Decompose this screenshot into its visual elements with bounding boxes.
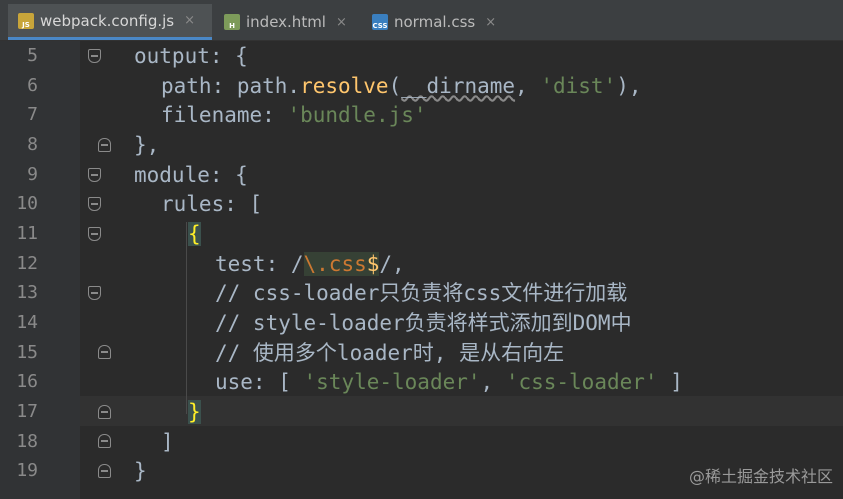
matched-brace: } <box>188 400 201 424</box>
fold-open-icon[interactable] <box>88 227 101 241</box>
code-line-9: module: { <box>134 160 248 190</box>
line-number: 12 <box>16 253 38 274</box>
line-number: 8 <box>27 134 38 155</box>
code-text: } <box>134 459 147 483</box>
line-number: 11 <box>16 223 38 244</box>
code-text: rules: [ <box>161 192 263 216</box>
line-number: 19 <box>16 460 38 481</box>
fold-close-icon[interactable] <box>98 138 111 152</box>
function-name: resolve <box>300 74 389 98</box>
code-text: filename: <box>161 103 288 127</box>
code-text: , <box>480 370 506 394</box>
comment: // css-loader只负责将css文件进行加载 <box>215 281 628 305</box>
string-literal: 'css-loader' <box>505 370 658 394</box>
fold-open-icon[interactable] <box>88 286 101 300</box>
string-literal: 'style-loader' <box>303 370 481 394</box>
watermark: @稀土掘金技术社区 <box>688 467 833 486</box>
code-line-13: // css-loader只负责将css文件进行加载 <box>215 278 627 308</box>
code-text: ] <box>657 370 683 394</box>
code-text: module: { <box>134 163 248 187</box>
code-editor[interactable]: 5 6 7 8 9 10 11 12 13 14 15 16 17 18 19 … <box>0 0 843 499</box>
fold-open-icon[interactable] <box>88 168 101 182</box>
line-number: 16 <box>16 371 38 392</box>
code-line-12: test: /\.css$/, <box>215 249 405 279</box>
code-line-8: }, <box>134 130 159 160</box>
line-number: 7 <box>27 104 38 125</box>
code-text: ] <box>161 430 174 454</box>
code-text: ( <box>388 74 402 98</box>
line-number: 14 <box>16 312 38 333</box>
code-line-10: rules: [ <box>161 189 262 219</box>
fold-close-icon[interactable] <box>98 464 111 478</box>
line-number: 17 <box>16 401 38 422</box>
comment: // style-loader负责将样式添加到DOM中 <box>215 311 632 335</box>
code-line-17: } <box>188 397 201 427</box>
code-text: ), <box>616 74 642 98</box>
code-text: /, <box>379 252 405 276</box>
fold-close-icon[interactable] <box>98 434 111 448</box>
code-text: , <box>515 74 541 98</box>
code-text: }, <box>134 133 160 157</box>
string-literal: 'bundle.js' <box>287 103 427 127</box>
code-text: path: path. <box>161 74 301 98</box>
code-text: test: / <box>215 252 304 276</box>
line-number: 5 <box>27 45 38 66</box>
regex-literal: \.css <box>303 252 367 276</box>
code-line-18: ] <box>161 427 174 457</box>
regex-anchor: $ <box>366 252 380 276</box>
dirname-token: __dirname <box>401 74 516 98</box>
fold-open-icon[interactable] <box>88 197 101 211</box>
code-line-7: filename: 'bundle.js' <box>161 100 427 130</box>
fold-open-icon[interactable] <box>88 49 101 63</box>
comment: // 使用多个loader时, 是从右向左 <box>215 341 565 365</box>
string-literal: 'dist' <box>540 74 617 98</box>
fold-close-icon[interactable] <box>98 405 111 419</box>
code-line-11: { <box>188 219 201 249</box>
line-number: 10 <box>16 193 38 214</box>
fold-close-icon[interactable] <box>98 345 111 359</box>
code-line-6: path: path.resolve(__dirname, 'dist'), <box>161 71 642 101</box>
code-line-14: // style-loader负责将样式添加到DOM中 <box>215 308 632 338</box>
code-line-15: // 使用多个loader时, 是从右向左 <box>215 338 564 368</box>
code-text: use: [ <box>215 370 304 394</box>
line-number: 15 <box>16 342 38 363</box>
line-number: 18 <box>16 431 38 452</box>
indent-guide <box>186 222 187 414</box>
line-number: 13 <box>16 282 38 303</box>
code-line-19: } <box>134 456 147 486</box>
line-number: 9 <box>27 164 38 185</box>
matched-brace: { <box>188 222 201 246</box>
code-line-5: output: { <box>134 41 248 71</box>
code-line-16: use: [ 'style-loader', 'css-loader' ] <box>215 367 683 397</box>
code-text: output: { <box>134 44 248 68</box>
line-number: 6 <box>27 75 38 96</box>
